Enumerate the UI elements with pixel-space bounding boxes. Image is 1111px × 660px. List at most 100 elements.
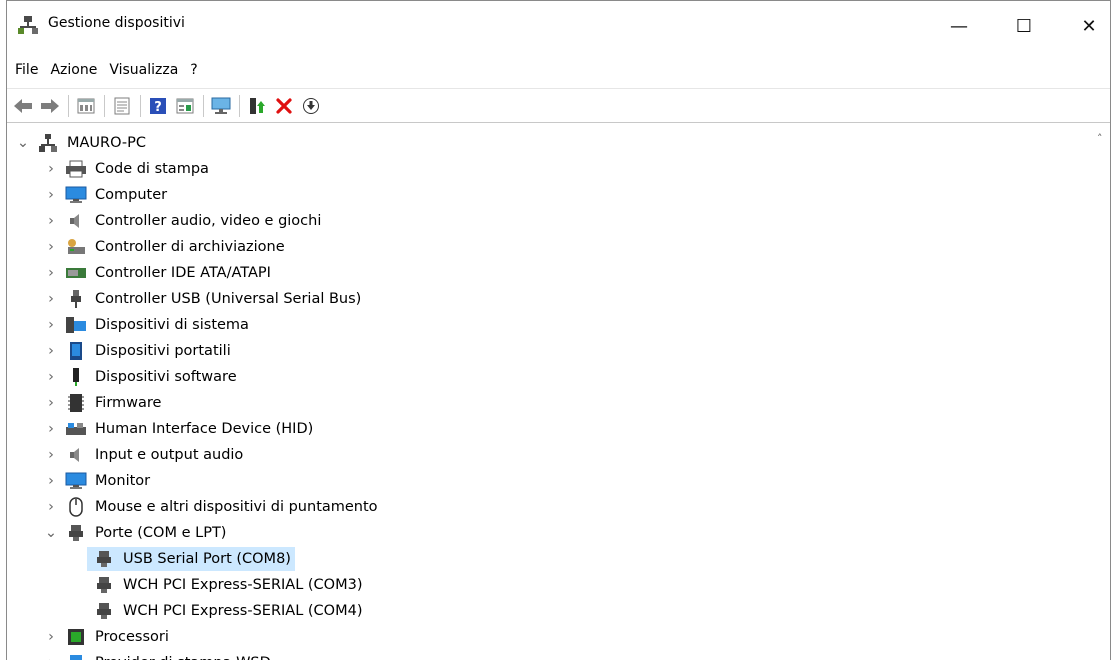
tree-device-node[interactable]: WCH PCI Express-SERIAL (COM3)	[71, 573, 367, 597]
tree-node-content[interactable]: Firmware	[59, 391, 165, 415]
tree-node-content[interactable]: WCH PCI Express-SERIAL (COM3)	[87, 573, 367, 597]
details-icon[interactable]	[110, 94, 134, 118]
chevron-right-icon[interactable]: ›	[43, 391, 59, 415]
chevron-right-icon[interactable]: ›	[43, 339, 59, 363]
chevron-right-icon[interactable]: ›	[43, 443, 59, 467]
chevron-right-icon[interactable]: ›	[43, 183, 59, 207]
tree-category-node[interactable]: › Provider di stampa WSD	[43, 651, 275, 660]
tree-category-node[interactable]: › Human Interface Device (HID)	[43, 417, 317, 441]
menu-help[interactable]: ?	[184, 59, 203, 81]
tree-node-label: Controller di archiviazione	[95, 239, 285, 255]
maximize-button[interactable]: ☐	[992, 1, 1056, 51]
chevron-right-icon[interactable]: ›	[43, 261, 59, 285]
tree-node-label: Mouse e altri dispositivi di puntamento	[95, 499, 378, 515]
tree-node-content[interactable]: Mouse e altri dispositivi di puntamento	[59, 495, 382, 519]
tree-node-content[interactable]: Porte (COM e LPT)	[59, 521, 230, 545]
tree-node-content[interactable]: Human Interface Device (HID)	[59, 417, 317, 441]
tree-node-content[interactable]: MAURO-PC	[31, 131, 150, 155]
chevron-right-icon[interactable]: ›	[43, 365, 59, 389]
forward-icon[interactable]	[38, 94, 62, 118]
window-title: Gestione dispositivi	[48, 15, 185, 31]
tree-node-content[interactable]: Controller IDE ATA/ATAPI	[59, 261, 275, 285]
uninstall-icon[interactable]	[272, 94, 296, 118]
vertical-scrollbar[interactable]: ˄	[1093, 128, 1110, 660]
chevron-right-icon[interactable]: ›	[43, 157, 59, 181]
tree-node-content[interactable]: Dispositivi di sistema	[59, 313, 253, 337]
chevron-right-icon[interactable]: ›	[43, 209, 59, 233]
title-bar[interactable]: Gestione dispositivi — ☐ ✕	[7, 1, 1110, 51]
scan-hardware-icon[interactable]	[209, 94, 233, 118]
tree-category-node[interactable]: › Mouse e altri dispositivi di puntamento	[43, 495, 382, 519]
tree-node-label: Provider di stampa WSD	[93, 655, 273, 660]
chevron-right-icon[interactable]: ›	[43, 417, 59, 441]
tree-node-content[interactable]: Input e output audio	[59, 443, 247, 467]
menu-azione[interactable]: Azione	[44, 59, 103, 81]
tree-node-content[interactable]: Controller audio, video e giochi	[59, 209, 325, 233]
device-tree: ⌄ MAURO-PC › Code di stampa › Computer › Contro…	[7, 128, 1097, 660]
tree-category-node[interactable]: › Monitor	[43, 469, 154, 493]
chevron-right-icon[interactable]: ›	[43, 235, 59, 259]
tree-category-node[interactable]: › Controller di archiviazione	[43, 235, 289, 259]
tree-category-node[interactable]: › Firmware	[43, 391, 165, 415]
tree-category-node[interactable]: › Controller audio, video e giochi	[43, 209, 325, 233]
port-icon	[65, 522, 87, 544]
tree-node-content[interactable]: USB Serial Port (COM8)	[87, 547, 295, 571]
view-icon[interactable]	[173, 94, 197, 118]
tree-category-node[interactable]: › Code di stampa	[43, 157, 213, 181]
tree-category-node[interactable]: › Computer	[43, 183, 171, 207]
tree-root-node[interactable]: ⌄ MAURO-PC	[15, 131, 150, 155]
tree-node-content[interactable]: Controller di archiviazione	[59, 235, 289, 259]
tree-node-content[interactable]: Provider di stampa WSD	[59, 651, 275, 660]
tree-node-content[interactable]: Processori	[59, 625, 173, 649]
help-icon[interactable]: ?	[146, 94, 170, 118]
tree-node-label: Processori	[95, 629, 169, 645]
update-driver-icon[interactable]	[245, 94, 269, 118]
download-icon[interactable]	[299, 94, 323, 118]
wsd-print-icon	[65, 652, 87, 660]
chevron-right-icon[interactable]: ›	[43, 651, 59, 660]
audio-io-icon	[65, 444, 87, 466]
tree-category-node[interactable]: › Controller IDE ATA/ATAPI	[43, 261, 275, 285]
tree-category-node[interactable]: › Input e output audio	[43, 443, 247, 467]
tree-node-label: Controller USB (Universal Serial Bus)	[95, 291, 362, 307]
portable-device-icon	[65, 340, 87, 362]
tree-node-label: USB Serial Port (COM8)	[123, 551, 291, 567]
tree-node-content[interactable]: Code di stampa	[59, 157, 213, 181]
chevron-right-icon[interactable]: ›	[43, 625, 59, 649]
properties-view-icon[interactable]	[74, 94, 98, 118]
scroll-up-icon[interactable]: ˄	[1097, 132, 1103, 145]
tree-category-node[interactable]: › Dispositivi di sistema	[43, 313, 253, 337]
serial-port-icon	[93, 574, 115, 596]
chevron-down-icon[interactable]: ⌄	[15, 131, 31, 155]
tree-node-label: Computer	[95, 187, 168, 203]
close-button[interactable]: ✕	[1057, 1, 1110, 51]
tree-category-node[interactable]: › Dispositivi portatili	[43, 339, 235, 363]
tree-node-content[interactable]: Dispositivi software	[59, 365, 241, 389]
tree-node-content[interactable]: Computer	[59, 183, 171, 207]
print-queue-icon	[65, 158, 87, 180]
tree-device-node[interactable]: WCH PCI Express-SERIAL (COM4)	[71, 599, 367, 623]
tree-category-node[interactable]: › Processori	[43, 625, 173, 649]
chevron-right-icon[interactable]: ›	[43, 287, 59, 311]
chevron-right-icon[interactable]: ›	[43, 313, 59, 337]
minimize-button[interactable]: —	[927, 1, 991, 51]
tree-category-node[interactable]: ⌄ Porte (COM e LPT)	[43, 521, 230, 545]
tree-category-node[interactable]: › Dispositivi software	[43, 365, 241, 389]
svg-text:?: ?	[154, 100, 162, 115]
chevron-down-icon[interactable]: ⌄	[43, 521, 59, 545]
tree-node-content[interactable]: WCH PCI Express-SERIAL (COM4)	[87, 599, 367, 623]
tree-node-content[interactable]: Dispositivi portatili	[59, 339, 235, 363]
chevron-right-icon[interactable]: ›	[43, 469, 59, 493]
menu-visualizza[interactable]: Visualizza	[103, 59, 184, 81]
tree-node-label: Porte (COM e LPT)	[95, 525, 227, 541]
toolbar-separator	[140, 94, 141, 117]
tree-node-content[interactable]: Controller USB (Universal Serial Bus)	[59, 287, 365, 311]
menu-bar: File Azione Visualizza ?	[7, 59, 204, 81]
tree-node-content[interactable]: Monitor	[59, 469, 154, 493]
chevron-right-icon[interactable]: ›	[43, 495, 59, 519]
audio-icon	[65, 210, 87, 232]
menu-file[interactable]: File	[7, 59, 44, 81]
tree-device-node[interactable]: USB Serial Port (COM8)	[71, 547, 295, 571]
back-icon[interactable]	[11, 94, 35, 118]
tree-category-node[interactable]: › Controller USB (Universal Serial Bus)	[43, 287, 365, 311]
